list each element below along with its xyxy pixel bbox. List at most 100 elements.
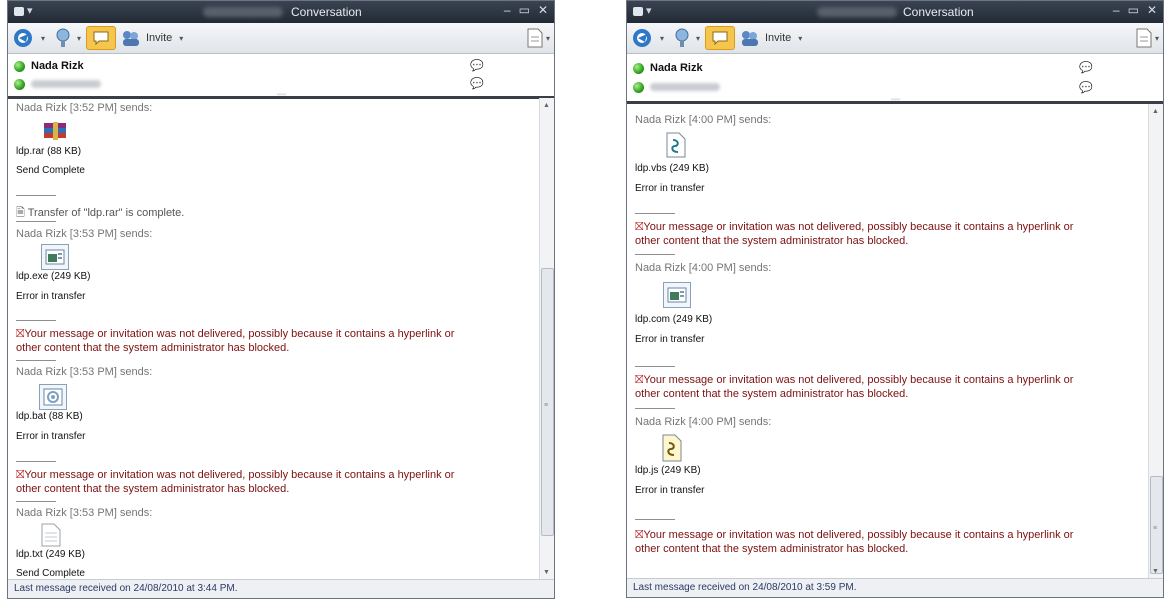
chat-bubble-icon[interactable]: 💬 <box>1079 81 1093 94</box>
participant-row[interactable]: Nada Rizk <box>633 60 703 76</box>
transfer-status: Error in transfer <box>635 334 705 345</box>
participant-list: Nada Rizk 💬 💬 ••••• <box>627 54 1163 104</box>
status-bar: Last message received on 24/08/2010 at 3… <box>627 578 1163 597</box>
window-menu-icon[interactable] <box>14 7 24 16</box>
scroll-up-arrow-icon[interactable]: ▲ <box>543 102 550 109</box>
separator <box>635 366 675 367</box>
document-button[interactable]: ▾ <box>1136 27 1159 49</box>
transfer-status: Send Complete <box>16 165 85 176</box>
chat-bubble-icon[interactable]: 💬 <box>470 77 484 90</box>
title-bar[interactable]: ▾ Conversation – ▭ ✕ <box>627 1 1163 23</box>
window-title: Conversation <box>291 5 362 19</box>
messenger-icon <box>14 29 32 47</box>
chevron-down-icon: ▾ <box>798 33 803 43</box>
separator <box>16 360 56 361</box>
document-button[interactable]: ▾ <box>527 27 550 49</box>
chevron-down-icon: ▾ <box>179 33 184 43</box>
scrollbar-thumb[interactable]: ≡ <box>541 268 554 536</box>
file-name[interactable]: ldp.rar (88 KB) <box>16 146 81 157</box>
minimize-button[interactable]: – <box>504 3 511 17</box>
chevron-down-icon[interactable]: ▾ <box>696 34 700 43</box>
redacted-name <box>31 80 101 88</box>
call-button[interactable]: ▾ <box>671 27 700 49</box>
chevron-down-icon[interactable]: ▾ <box>77 34 81 43</box>
messenger-icon <box>633 29 651 47</box>
toolbar: ▾ ▾ Invite ▾ ▾ <box>627 23 1163 54</box>
blocked-message-notice: ⛝Your message or invitation was not deli… <box>16 468 536 496</box>
invite-button[interactable]: Invite ▾ <box>120 27 183 49</box>
messenger-button[interactable]: ▾ <box>631 27 664 49</box>
close-button[interactable]: ✕ <box>1147 3 1157 17</box>
im-button[interactable] <box>705 26 735 50</box>
chat-bubble-icon[interactable]: 💬 <box>470 59 484 72</box>
scroll-down-arrow-icon[interactable]: ▼ <box>543 569 550 576</box>
window-menu-icon[interactable] <box>633 7 643 16</box>
separator <box>635 254 675 255</box>
chevron-down-icon[interactable]: ▾ <box>41 34 45 43</box>
blocked-message-notice: ⛝Your message or invitation was not deli… <box>635 373 1148 401</box>
im-icon <box>93 31 109 46</box>
invite-button[interactable]: Invite ▾ <box>739 27 802 49</box>
participant-row[interactable] <box>14 76 101 92</box>
script-file-icon[interactable] <box>665 132 687 161</box>
online-status-icon <box>633 81 644 93</box>
chevron-down-icon[interactable]: ▾ <box>660 34 664 43</box>
blocked-message-text-line1: Your message or invitation was not deliv… <box>24 328 455 340</box>
transfer-status: Error in transfer <box>635 183 705 194</box>
window-menu-arrow-icon[interactable]: ▾ <box>646 4 652 17</box>
conversation-window-left: ▾ Conversation – ▭ ✕ ▾ ▾ Invite ▾ ▾ Nada… <box>7 0 555 599</box>
file-name[interactable]: ldp.txt (249 KB) <box>16 549 85 560</box>
message-sender: Nada Rizk [3:53 PM] sends: <box>16 228 153 240</box>
scroll-up-arrow-icon[interactable]: ▲ <box>1152 108 1159 115</box>
resize-grip[interactable]: ••••• <box>890 95 900 104</box>
participant-row[interactable]: Nada Rizk <box>14 58 84 74</box>
transfer-complete-icon: 🗎 <box>16 207 25 219</box>
blocked-message-text-line1: Your message or invitation was not deliv… <box>643 374 1074 386</box>
close-button[interactable]: ✕ <box>538 3 548 17</box>
blocked-message-text-line1: Your message or invitation was not deliv… <box>24 469 455 481</box>
vertical-scrollbar[interactable]: ▲ ≡ ▼ <box>1148 104 1163 579</box>
window-menu-arrow-icon[interactable]: ▾ <box>27 4 33 17</box>
blocked-message-text-line2: other content that the system administra… <box>16 342 290 354</box>
file-name[interactable]: ldp.js (249 KB) <box>635 465 701 476</box>
call-button[interactable]: ▾ <box>52 27 81 49</box>
separator <box>635 408 675 409</box>
title-bar[interactable]: ▾ Conversation – ▭ ✕ <box>8 1 554 23</box>
minimize-button[interactable]: – <box>1113 3 1120 17</box>
maximize-button[interactable]: ▭ <box>1128 3 1139 17</box>
online-status-icon <box>633 62 644 74</box>
chat-bubble-icon[interactable]: 💬 <box>1079 61 1093 74</box>
messenger-button[interactable]: ▾ <box>12 27 45 49</box>
script-file-icon[interactable] <box>661 434 683 465</box>
archive-file-icon[interactable] <box>42 120 68 145</box>
status-bar: Last message received on 24/08/2010 at 3… <box>8 579 554 598</box>
file-name[interactable]: ldp.exe (249 KB) <box>16 271 91 282</box>
blocked-message-text-line2: other content that the system administra… <box>635 543 909 555</box>
maximize-button[interactable]: ▭ <box>519 3 530 17</box>
separator <box>16 195 56 196</box>
chevron-down-icon[interactable]: ▾ <box>1155 34 1159 43</box>
im-button[interactable] <box>86 26 116 50</box>
transfer-status: Error in transfer <box>635 485 705 496</box>
scroll-down-arrow-icon[interactable]: ▼ <box>1152 568 1159 575</box>
im-icon <box>712 31 728 46</box>
text-file-icon[interactable] <box>40 523 62 550</box>
redacted-name <box>817 7 897 17</box>
file-name[interactable]: ldp.com (249 KB) <box>635 314 712 325</box>
blocked-message-text-line2: other content that the system administra… <box>635 388 909 400</box>
participant-name: Nada Rizk <box>31 60 84 72</box>
participant-name: Nada Rizk <box>650 62 703 74</box>
executable-file-icon[interactable] <box>663 282 691 308</box>
chevron-down-icon[interactable]: ▾ <box>546 34 550 43</box>
file-name[interactable]: ldp.vbs (249 KB) <box>635 163 709 174</box>
participant-row[interactable] <box>633 79 720 95</box>
vertical-scrollbar[interactable]: ▲ ≡ ▼ <box>539 98 554 580</box>
executable-file-icon[interactable] <box>41 244 69 270</box>
invite-icon <box>123 31 139 46</box>
call-icon <box>56 28 70 47</box>
scrollbar-thumb[interactable]: ≡ <box>1150 476 1163 574</box>
document-icon <box>527 28 543 48</box>
file-name[interactable]: ldp.bat (88 KB) <box>16 411 83 422</box>
message-sender: Nada Rizk [4:00 PM] sends: <box>635 262 772 274</box>
batch-file-icon[interactable] <box>39 384 67 410</box>
